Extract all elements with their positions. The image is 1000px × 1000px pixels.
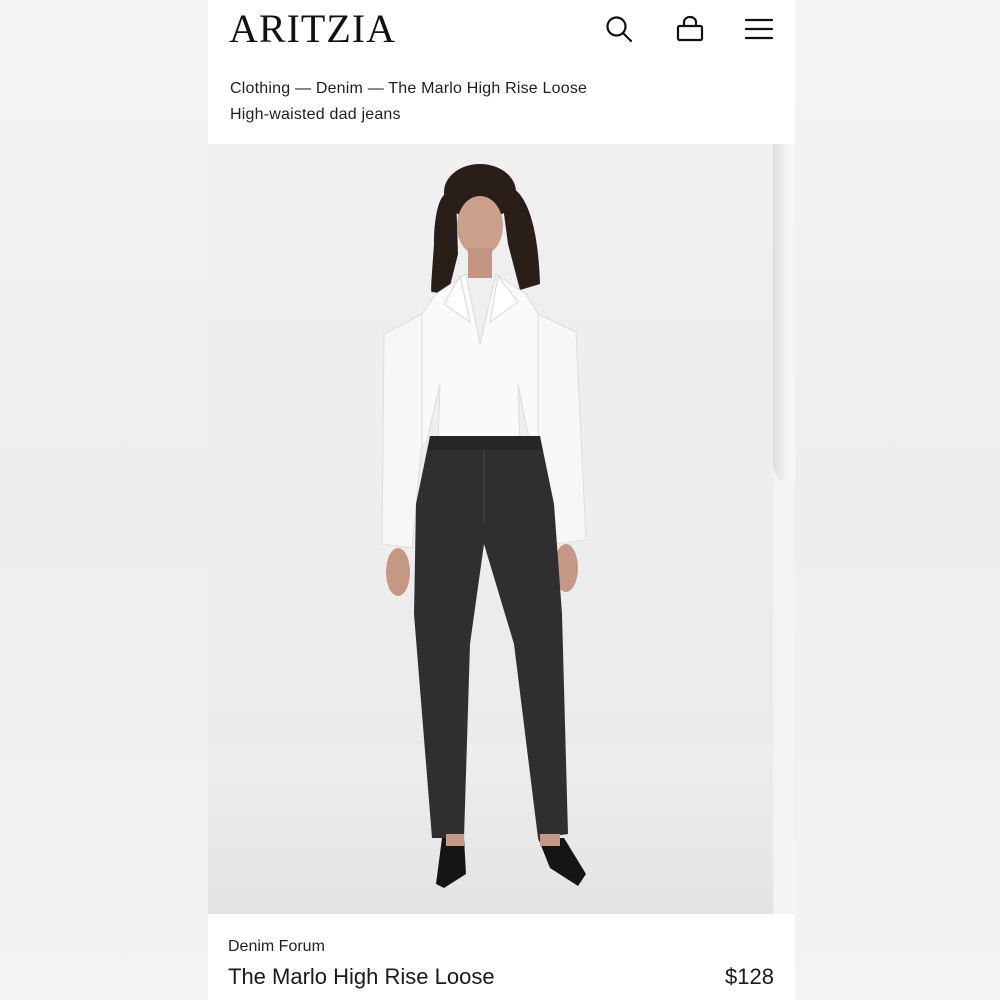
site-header: ARITZIA [208, 0, 795, 60]
search-icon[interactable] [602, 12, 636, 46]
product-info: Denim Forum The Marlo High Rise Loose $1… [208, 914, 795, 1000]
breadcrumb-item-product[interactable]: The Marlo High Rise Loose [388, 80, 587, 97]
bag-icon[interactable] [673, 12, 707, 46]
product-brand: Denim Forum [228, 938, 325, 955]
brand-logo[interactable]: ARITZIA [229, 6, 396, 52]
next-image-preview [773, 144, 795, 484]
breadcrumb-item-clothing[interactable]: Clothing [230, 80, 290, 97]
breadcrumb: Clothing — Denim — The Marlo High Rise L… [230, 80, 587, 98]
next-product-image[interactable] [773, 144, 795, 914]
product-page: ARITZIA Clothing — Denim — The Marlo Hig… [208, 0, 795, 1000]
model-photo [208, 164, 773, 914]
product-subtitle: High-waisted dad jeans [230, 106, 401, 123]
menu-icon[interactable] [742, 12, 776, 46]
breadcrumb-item-denim[interactable]: Denim [316, 80, 363, 97]
product-price: $128 [725, 964, 774, 989]
background-blur-right [795, 0, 1000, 1000]
breadcrumb-separator: — [367, 80, 384, 97]
product-name[interactable]: The Marlo High Rise Loose [228, 964, 495, 990]
breadcrumb-separator: — [294, 80, 312, 97]
product-image[interactable] [208, 144, 773, 914]
background-blur-left [0, 0, 208, 1000]
product-image-carousel[interactable] [208, 144, 795, 914]
